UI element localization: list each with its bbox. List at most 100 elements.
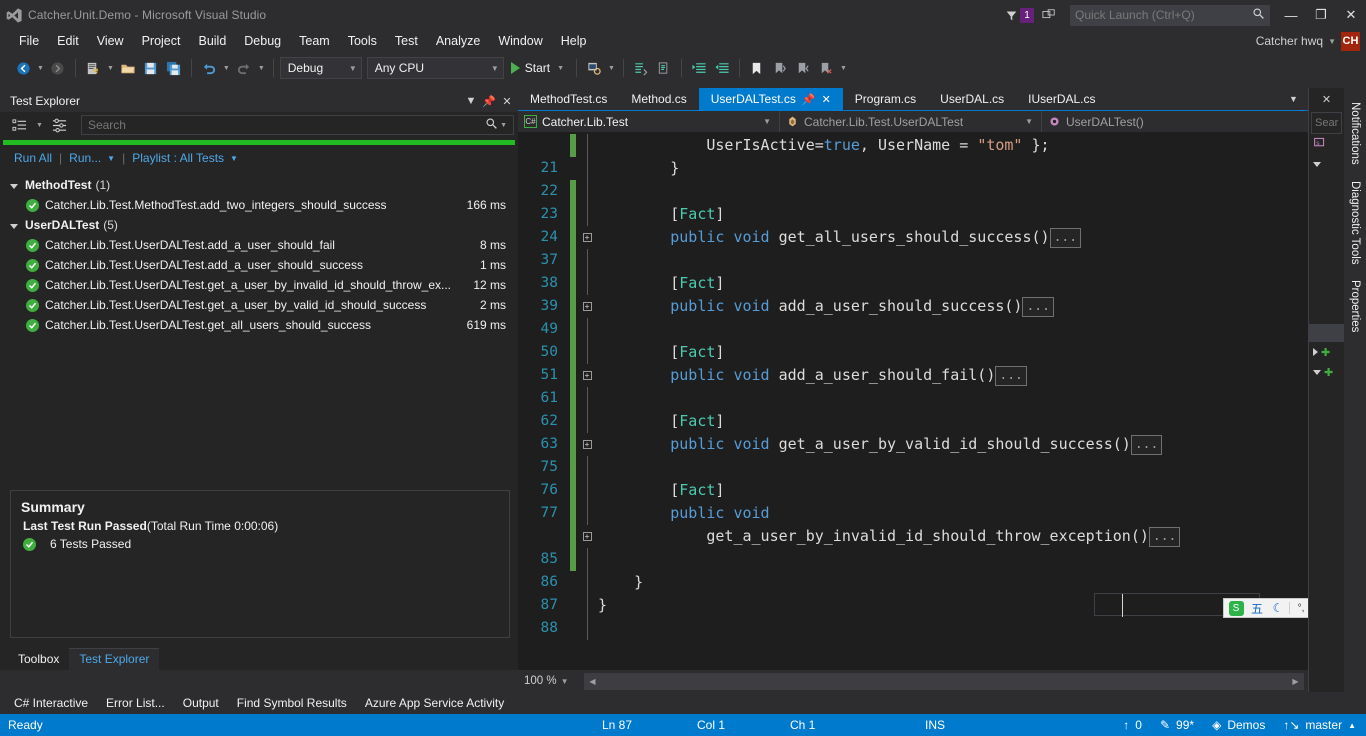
sogou-logo-icon[interactable]: S: [1226, 599, 1246, 617]
expand-collapse-icon[interactable]: +: [582, 371, 592, 380]
expand-collapse-icon[interactable]: +: [582, 302, 592, 311]
menu-edit[interactable]: Edit: [48, 32, 88, 50]
menu-test[interactable]: Test: [386, 32, 427, 50]
outlining-margin[interactable]: [576, 249, 598, 272]
menu-view[interactable]: View: [88, 32, 133, 50]
test-row[interactable]: Catcher.Lib.Test.UserDALTest.add_a_user_…: [0, 235, 518, 255]
solution-node-collapsed[interactable]: ✚: [1309, 342, 1344, 362]
collapsed-block-icon[interactable]: ...: [1022, 296, 1054, 317]
code-line[interactable]: 63 + public void get_a_user_by_valid_id_s…: [518, 433, 1330, 456]
document-tab-method[interactable]: Method.cs: [619, 88, 698, 110]
attach-to-process-icon[interactable]: [583, 56, 605, 80]
menu-analyze[interactable]: Analyze: [427, 32, 489, 50]
outlining-margin[interactable]: +: [576, 525, 598, 548]
outlining-margin[interactable]: [576, 548, 598, 571]
test-row[interactable]: Catcher.Lib.Test.UserDALTest.get_a_user_…: [0, 295, 518, 315]
code-line[interactable]: 21 }: [518, 157, 1330, 180]
code-line[interactable]: 38 [Fact]: [518, 272, 1330, 295]
menu-help[interactable]: Help: [552, 32, 596, 50]
open-file-icon[interactable]: [117, 56, 139, 80]
save-icon[interactable]: [140, 56, 162, 80]
save-all-icon[interactable]: [163, 56, 185, 80]
code-lines[interactable]: UserIsActive=true, UserName = "tom" }; 21…: [518, 132, 1330, 640]
solution-node-expanded[interactable]: ✚: [1309, 362, 1344, 382]
outlining-margin[interactable]: [576, 456, 598, 479]
previous-bookmark-icon[interactable]: [769, 56, 791, 80]
collapsed-block-icon[interactable]: ...: [1148, 526, 1181, 547]
test-search-box[interactable]: ▼: [80, 115, 514, 135]
unsaved-edits-indicator[interactable]: ✎ 99*: [1160, 718, 1194, 732]
code-line[interactable]: 37: [518, 249, 1330, 272]
start-caret-icon[interactable]: ▼: [555, 65, 566, 72]
collapse-triangle-icon[interactable]: [1313, 348, 1318, 356]
quick-launch-box[interactable]: [1070, 4, 1270, 26]
expand-triangle-icon[interactable]: [1313, 369, 1321, 375]
type-combo[interactable]: Catcher.Lib.Test.UserDALTest ▼: [780, 111, 1042, 132]
code-line[interactable]: 62 [Fact]: [518, 410, 1330, 433]
outlining-margin[interactable]: +: [576, 295, 598, 318]
outlining-margin[interactable]: [576, 571, 598, 594]
send-feedback-icon[interactable]: [1002, 0, 1020, 30]
tab-find-symbol-results[interactable]: Find Symbol Results: [229, 694, 355, 712]
code-line[interactable]: 22: [518, 180, 1330, 203]
test-group-header[interactable]: UserDALTest (5): [0, 215, 518, 235]
member-combo[interactable]: UserDALTest() ▼: [1042, 111, 1330, 132]
back-dropdown-caret-icon[interactable]: ▼: [35, 65, 46, 72]
expand-collapse-icon[interactable]: +: [582, 532, 592, 541]
close-icon[interactable]: ✕: [822, 93, 831, 106]
solution-search-box[interactable]: Sear: [1311, 112, 1342, 134]
code-line[interactable]: + get_a_user_by_invalid_id_should_throw_…: [518, 525, 1330, 548]
outlining-margin[interactable]: [576, 203, 598, 226]
run-caret-icon[interactable]: ▼: [107, 154, 115, 163]
group-by-icon[interactable]: [8, 113, 30, 137]
decrease-indent-icon[interactable]: [711, 56, 733, 80]
undo-caret-icon[interactable]: ▼: [221, 65, 232, 72]
outlining-margin[interactable]: [576, 617, 598, 640]
close-icon[interactable]: ✕: [1309, 88, 1344, 110]
outlining-margin[interactable]: [576, 502, 598, 525]
menu-window[interactable]: Window: [489, 32, 551, 50]
scroll-left-arrow-icon[interactable]: ◀: [584, 677, 601, 686]
close-button[interactable]: ✕: [1336, 0, 1366, 30]
solution-selected-row[interactable]: [1309, 324, 1344, 342]
collapsed-block-icon[interactable]: ...: [1130, 434, 1163, 455]
outlining-margin[interactable]: +: [576, 226, 598, 249]
code-line[interactable]: 87}: [518, 594, 1330, 617]
outlining-margin[interactable]: [576, 157, 598, 180]
code-line[interactable]: 88: [518, 617, 1330, 640]
tab-test-explorer[interactable]: Test Explorer: [69, 648, 160, 670]
document-tab-program[interactable]: Program.cs: [843, 88, 928, 110]
vertical-tab-notifications[interactable]: Notifications: [1346, 94, 1364, 173]
filter-icon[interactable]: [49, 113, 71, 137]
chevron-down-icon[interactable]: ▼: [1283, 94, 1304, 104]
vertical-tab-properties[interactable]: Properties: [1346, 272, 1364, 340]
maximize-button[interactable]: ❐: [1306, 0, 1336, 30]
chevron-down-icon[interactable]: ▼: [1328, 37, 1336, 46]
code-line[interactable]: 50 [Fact]: [518, 341, 1330, 364]
search-options-caret-icon[interactable]: ▼: [498, 122, 509, 129]
vertical-tab-diagnostic-tools[interactable]: Diagnostic Tools: [1346, 173, 1364, 273]
pin-icon[interactable]: 📌: [480, 91, 498, 111]
solution-node[interactable]: s: [1309, 134, 1344, 154]
test-row[interactable]: Catcher.Lib.Test.UserDALTest.add_a_user_…: [0, 255, 518, 275]
project-combo[interactable]: C# Catcher.Lib.Test ▼: [518, 111, 780, 132]
outlining-margin[interactable]: [576, 134, 598, 157]
new-project-icon[interactable]: [82, 56, 104, 80]
code-editor[interactable]: UserIsActive=true, UserName = "tom" }; 21…: [518, 132, 1330, 670]
playlist-button[interactable]: Playlist : All Tests: [132, 151, 224, 165]
outlining-margin[interactable]: [576, 318, 598, 341]
screen-layout-icon[interactable]: [1034, 0, 1064, 30]
tab-azure-app-service-activity[interactable]: Azure App Service Activity: [357, 694, 512, 712]
expand-collapse-icon[interactable]: +: [582, 233, 592, 242]
notification-badge[interactable]: 1: [1020, 7, 1034, 23]
solution-child-node[interactable]: [1309, 154, 1344, 174]
test-row[interactable]: Catcher.Lib.Test.MethodTest.add_two_inte…: [0, 195, 518, 215]
undo-icon[interactable]: [198, 56, 220, 80]
branch-indicator[interactable]: ↑↘ master ▲: [1283, 718, 1356, 732]
menu-project[interactable]: Project: [133, 32, 190, 50]
navigate-backward-icon[interactable]: [12, 56, 34, 80]
test-row[interactable]: Catcher.Lib.Test.UserDALTest.get_a_user_…: [0, 275, 518, 295]
avatar[interactable]: CH: [1341, 31, 1360, 51]
expand-triangle-icon[interactable]: [1313, 161, 1321, 167]
collapsed-block-icon[interactable]: ...: [995, 365, 1027, 386]
